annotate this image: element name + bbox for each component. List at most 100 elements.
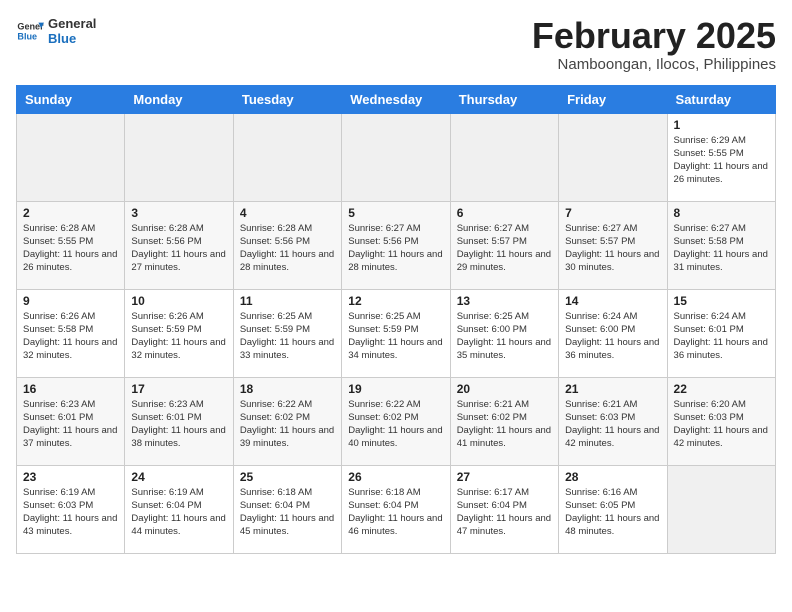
calendar-cell: 16 Sunrise: 6:23 AM Sunset: 6:01 PM Dayli… bbox=[17, 377, 125, 465]
calendar-cell: 26Sunrise: 6:18 AM Sunset: 6:04 PM Dayli… bbox=[342, 465, 450, 553]
day-number: 22 bbox=[674, 382, 769, 396]
weekday-header-monday: Monday bbox=[125, 85, 233, 113]
day-number: 10 bbox=[131, 294, 226, 308]
calendar-cell: 6 Sunrise: 6:27 AM Sunset: 5:57 PM Daylig… bbox=[450, 201, 558, 289]
day-number: 12 bbox=[348, 294, 443, 308]
calendar-cell: 11 Sunrise: 6:25 AM Sunset: 5:59 PM Dayli… bbox=[233, 289, 341, 377]
day-info: Sunrise: 6:27 AM Sunset: 5:56 PM Dayligh… bbox=[348, 222, 443, 275]
calendar-cell: 24Sunrise: 6:19 AM Sunset: 6:04 PM Dayli… bbox=[125, 465, 233, 553]
day-info: Sunrise: 6:22 AM Sunset: 6:02 PM Dayligh… bbox=[348, 398, 443, 451]
calendar-cell: 23 Sunrise: 6:19 AM Sunset: 6:03 PM Dayli… bbox=[17, 465, 125, 553]
calendar-cell: 2 Sunrise: 6:28 AM Sunset: 5:55 PM Daylig… bbox=[17, 201, 125, 289]
calendar-cell: 27 Sunrise: 6:17 AM Sunset: 6:04 PM Dayli… bbox=[450, 465, 558, 553]
day-info: Sunrise: 6:27 AM Sunset: 5:58 PM Dayligh… bbox=[674, 222, 769, 275]
day-number: 13 bbox=[457, 294, 552, 308]
day-info: Sunrise: 6:27 AM Sunset: 5:57 PM Dayligh… bbox=[457, 222, 552, 275]
logo-general-text: General bbox=[48, 16, 96, 31]
day-info: Sunrise: 6:29 AM Sunset: 5:55 PM Dayligh… bbox=[674, 134, 769, 187]
day-info: Sunrise: 6:18 AM Sunset: 6:04 PM Dayligh… bbox=[348, 486, 443, 539]
day-number: 16 bbox=[23, 382, 118, 396]
day-number: 18 bbox=[240, 382, 335, 396]
day-info: Sunrise: 6:28 AM Sunset: 5:55 PM Dayligh… bbox=[23, 222, 118, 275]
day-number: 21 bbox=[565, 382, 660, 396]
calendar-cell bbox=[125, 113, 233, 201]
day-number: 1 bbox=[674, 118, 769, 132]
calendar-cell: 5 Sunrise: 6:27 AM Sunset: 5:56 PM Daylig… bbox=[342, 201, 450, 289]
day-info: Sunrise: 6:28 AM Sunset: 5:56 PM Dayligh… bbox=[131, 222, 226, 275]
day-info: Sunrise: 6:28 AM Sunset: 5:56 PM Dayligh… bbox=[240, 222, 335, 275]
calendar-cell: 18 Sunrise: 6:22 AM Sunset: 6:02 PM Dayli… bbox=[233, 377, 341, 465]
calendar-cell: 4 Sunrise: 6:28 AM Sunset: 5:56 PM Daylig… bbox=[233, 201, 341, 289]
calendar-week-row: 2 Sunrise: 6:28 AM Sunset: 5:55 PM Daylig… bbox=[17, 201, 776, 289]
day-number: 23 bbox=[23, 470, 118, 484]
day-info: Sunrise: 6:27 AM Sunset: 5:57 PM Dayligh… bbox=[565, 222, 660, 275]
day-number: 2 bbox=[23, 206, 118, 220]
day-info: Sunrise: 6:20 AM Sunset: 6:03 PM Dayligh… bbox=[674, 398, 769, 451]
calendar-week-row: 16 Sunrise: 6:23 AM Sunset: 6:01 PM Dayli… bbox=[17, 377, 776, 465]
calendar-week-row: 9Sunrise: 6:26 AM Sunset: 5:58 PM Daylig… bbox=[17, 289, 776, 377]
day-info: Sunrise: 6:18 AM Sunset: 6:04 PM Dayligh… bbox=[240, 486, 335, 539]
day-info: Sunrise: 6:19 AM Sunset: 6:04 PM Dayligh… bbox=[131, 486, 226, 539]
day-number: 25 bbox=[240, 470, 335, 484]
weekday-header-saturday: Saturday bbox=[667, 85, 775, 113]
day-number: 5 bbox=[348, 206, 443, 220]
calendar-cell: 8 Sunrise: 6:27 AM Sunset: 5:58 PM Daylig… bbox=[667, 201, 775, 289]
day-info: Sunrise: 6:19 AM Sunset: 6:03 PM Dayligh… bbox=[23, 486, 118, 539]
calendar-cell: 21 Sunrise: 6:21 AM Sunset: 6:03 PM Dayli… bbox=[559, 377, 667, 465]
day-info: Sunrise: 6:25 AM Sunset: 6:00 PM Dayligh… bbox=[457, 310, 552, 363]
calendar-cell: 28Sunrise: 6:16 AM Sunset: 6:05 PM Dayli… bbox=[559, 465, 667, 553]
day-number: 8 bbox=[674, 206, 769, 220]
calendar-cell bbox=[559, 113, 667, 201]
weekday-header-sunday: Sunday bbox=[17, 85, 125, 113]
calendar-table: SundayMondayTuesdayWednesdayThursdayFrid… bbox=[16, 85, 776, 554]
weekday-header-friday: Friday bbox=[559, 85, 667, 113]
calendar-cell bbox=[342, 113, 450, 201]
weekday-header-row: SundayMondayTuesdayWednesdayThursdayFrid… bbox=[17, 85, 776, 113]
day-number: 4 bbox=[240, 206, 335, 220]
calendar-cell: 14Sunrise: 6:24 AM Sunset: 6:00 PM Dayli… bbox=[559, 289, 667, 377]
day-info: Sunrise: 6:25 AM Sunset: 5:59 PM Dayligh… bbox=[240, 310, 335, 363]
calendar-cell: 25 Sunrise: 6:18 AM Sunset: 6:04 PM Dayli… bbox=[233, 465, 341, 553]
day-info: Sunrise: 6:25 AM Sunset: 5:59 PM Dayligh… bbox=[348, 310, 443, 363]
month-year-title: February 2025 bbox=[532, 16, 776, 56]
calendar-cell bbox=[450, 113, 558, 201]
day-number: 15 bbox=[674, 294, 769, 308]
calendar-cell: 20Sunrise: 6:21 AM Sunset: 6:02 PM Dayli… bbox=[450, 377, 558, 465]
day-info: Sunrise: 6:24 AM Sunset: 6:01 PM Dayligh… bbox=[674, 310, 769, 363]
calendar-cell: 17Sunrise: 6:23 AM Sunset: 6:01 PM Dayli… bbox=[125, 377, 233, 465]
day-number: 14 bbox=[565, 294, 660, 308]
day-info: Sunrise: 6:21 AM Sunset: 6:02 PM Dayligh… bbox=[457, 398, 552, 451]
day-info: Sunrise: 6:23 AM Sunset: 6:01 PM Dayligh… bbox=[131, 398, 226, 451]
calendar-week-row: 23 Sunrise: 6:19 AM Sunset: 6:03 PM Dayli… bbox=[17, 465, 776, 553]
day-info: Sunrise: 6:22 AM Sunset: 6:02 PM Dayligh… bbox=[240, 398, 335, 451]
calendar-cell: 13 Sunrise: 6:25 AM Sunset: 6:00 PM Dayli… bbox=[450, 289, 558, 377]
weekday-header-tuesday: Tuesday bbox=[233, 85, 341, 113]
calendar-cell: 1 Sunrise: 6:29 AM Sunset: 5:55 PM Daylig… bbox=[667, 113, 775, 201]
calendar-cell: 9Sunrise: 6:26 AM Sunset: 5:58 PM Daylig… bbox=[17, 289, 125, 377]
day-info: Sunrise: 6:26 AM Sunset: 5:59 PM Dayligh… bbox=[131, 310, 226, 363]
day-info: Sunrise: 6:21 AM Sunset: 6:03 PM Dayligh… bbox=[565, 398, 660, 451]
day-number: 11 bbox=[240, 294, 335, 308]
calendar-cell: 15 Sunrise: 6:24 AM Sunset: 6:01 PM Dayli… bbox=[667, 289, 775, 377]
weekday-header-thursday: Thursday bbox=[450, 85, 558, 113]
day-info: Sunrise: 6:23 AM Sunset: 6:01 PM Dayligh… bbox=[23, 398, 118, 451]
logo-icon: General Blue bbox=[16, 17, 44, 45]
svg-text:Blue: Blue bbox=[17, 31, 37, 41]
day-number: 19 bbox=[348, 382, 443, 396]
calendar-cell: 7 Sunrise: 6:27 AM Sunset: 5:57 PM Daylig… bbox=[559, 201, 667, 289]
day-info: Sunrise: 6:16 AM Sunset: 6:05 PM Dayligh… bbox=[565, 486, 660, 539]
calendar-cell bbox=[233, 113, 341, 201]
day-number: 27 bbox=[457, 470, 552, 484]
page-header: General Blue General Blue February 2025 … bbox=[16, 16, 776, 73]
day-number: 6 bbox=[457, 206, 552, 220]
calendar-cell: 22 Sunrise: 6:20 AM Sunset: 6:03 PM Dayli… bbox=[667, 377, 775, 465]
logo: General Blue General Blue bbox=[16, 16, 96, 46]
calendar-cell: 12 Sunrise: 6:25 AM Sunset: 5:59 PM Dayli… bbox=[342, 289, 450, 377]
logo-blue-text: Blue bbox=[48, 31, 96, 46]
day-info: Sunrise: 6:17 AM Sunset: 6:04 PM Dayligh… bbox=[457, 486, 552, 539]
weekday-header-wednesday: Wednesday bbox=[342, 85, 450, 113]
calendar-week-row: 1 Sunrise: 6:29 AM Sunset: 5:55 PM Daylig… bbox=[17, 113, 776, 201]
location-subtitle: Namboongan, Ilocos, Philippines bbox=[532, 56, 776, 73]
day-number: 7 bbox=[565, 206, 660, 220]
calendar-cell: 19 Sunrise: 6:22 AM Sunset: 6:02 PM Dayli… bbox=[342, 377, 450, 465]
